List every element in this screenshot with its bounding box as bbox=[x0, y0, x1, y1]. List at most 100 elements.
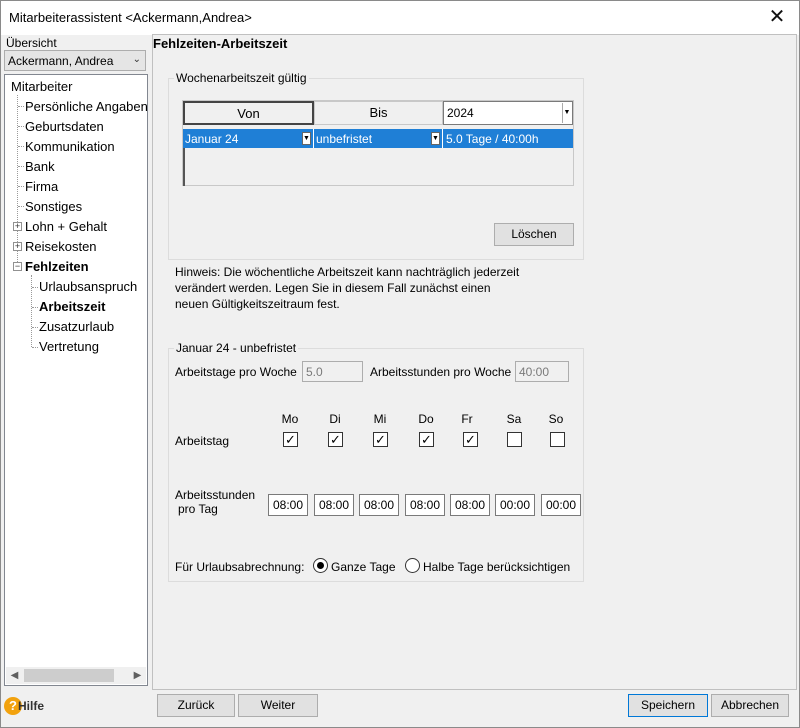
day-header-sa: Sa bbox=[506, 412, 522, 426]
scrollbar-thumb[interactable] bbox=[24, 669, 114, 682]
row-von-value: Januar 24 bbox=[185, 132, 239, 146]
workday-checkbox-sa[interactable] bbox=[507, 432, 522, 447]
horizontal-scrollbar[interactable]: ◀ ▶ bbox=[6, 667, 146, 684]
tree-item-zusatzurlaub[interactable]: Zusatzurlaub bbox=[39, 319, 114, 334]
workday-checkbox-mi[interactable]: ✓ bbox=[373, 432, 388, 447]
title-bar: Mitarbeiterassistent <Ackermann,Andrea> … bbox=[1, 1, 799, 35]
scroll-left-icon[interactable]: ◀ bbox=[6, 667, 23, 684]
window-title: Mitarbeiterassistent <Ackermann,Andrea> bbox=[9, 10, 252, 25]
tree-item-reisekosten[interactable]: Reisekosten bbox=[25, 239, 97, 254]
hours-input-mi[interactable]: 08:00 bbox=[359, 494, 399, 516]
days-per-week-field: 5.0 bbox=[302, 361, 363, 382]
dropdown-arrow-icon: ▼ bbox=[562, 103, 571, 123]
hours-per-week-label: Arbeitsstunden pro Woche bbox=[370, 365, 512, 379]
days-per-week-label: Arbeitstage pro Woche bbox=[175, 365, 297, 379]
tree-item-bank[interactable]: Bank bbox=[25, 159, 55, 174]
radio-ganze-tage[interactable] bbox=[313, 558, 328, 573]
hours-input-mo[interactable]: 08:00 bbox=[268, 494, 308, 516]
employee-combo-value: Ackermann, Andrea bbox=[8, 54, 114, 68]
tree-item-arbeitszeit[interactable]: Arbeitszeit bbox=[39, 299, 105, 314]
validity-grid: Von Bis 2024 ▼ Januar 24 ▼ unbefristet ▼… bbox=[182, 100, 574, 186]
radio-ganze-tage-label[interactable]: Ganze Tage bbox=[331, 560, 396, 574]
grid-border bbox=[183, 148, 185, 186]
hours-per-week-field: 40:00 bbox=[515, 361, 569, 382]
day-header-do: Do bbox=[418, 412, 434, 426]
tree-item-persoenliche-angaben[interactable]: Persönliche Angaben bbox=[25, 99, 147, 114]
hours-input-sa[interactable]: 00:00 bbox=[495, 494, 535, 516]
tree-item-sonstiges[interactable]: Sonstiges bbox=[25, 199, 82, 214]
radio-halbe-tage[interactable] bbox=[405, 558, 420, 573]
hours-input-fr[interactable]: 08:00 bbox=[450, 494, 490, 516]
employee-combo[interactable]: Ackermann, Andrea ⌄ bbox=[4, 50, 146, 71]
tree-item-firma[interactable]: Firma bbox=[25, 179, 58, 194]
wochenarbeitszeit-group-label: Wochenarbeitszeit gültig bbox=[174, 71, 309, 85]
next-button[interactable]: Weiter bbox=[238, 694, 318, 717]
back-button[interactable]: Zurück bbox=[157, 694, 235, 717]
chevron-down-icon: ⌄ bbox=[132, 54, 141, 65]
dropdown-arrow-icon[interactable]: ▼ bbox=[431, 132, 440, 145]
hours-input-do[interactable]: 08:00 bbox=[405, 494, 445, 516]
table-row-selected[interactable]: Januar 24 ▼ unbefristet ▼ 5.0 Tage / 40:… bbox=[183, 129, 573, 148]
tree-item-kommunikation[interactable]: Kommunikation bbox=[25, 139, 115, 154]
tree-connector bbox=[18, 126, 24, 127]
tree-item-geburtsdaten[interactable]: Geburtsdaten bbox=[25, 119, 104, 134]
workday-label: Arbeitstag bbox=[175, 434, 230, 448]
cell-divider bbox=[313, 129, 314, 148]
navigation-tree: Mitarbeiter Persönliche Angaben Geburtsd… bbox=[4, 74, 148, 686]
delete-button[interactable]: Löschen bbox=[494, 223, 574, 246]
tree-connector bbox=[18, 146, 24, 147]
cell-divider bbox=[442, 129, 443, 148]
dropdown-arrow-icon[interactable]: ▼ bbox=[302, 132, 311, 145]
tree-connector bbox=[18, 106, 24, 107]
tree-connector bbox=[18, 186, 24, 187]
radio-halbe-tage-label[interactable]: Halbe Tage berücksichtigen bbox=[423, 560, 570, 574]
day-header-di: Di bbox=[329, 412, 341, 426]
workday-checkbox-fr[interactable]: ✓ bbox=[463, 432, 478, 447]
tree-item-fehlzeiten[interactable]: Fehlzeiten bbox=[25, 259, 89, 274]
day-header-so: So bbox=[548, 412, 564, 426]
scroll-right-icon[interactable]: ▶ bbox=[129, 667, 146, 684]
detail-group-label: Januar 24 - unbefristet bbox=[174, 341, 299, 355]
row-summary-value: 5.0 Tage / 40:00h bbox=[446, 132, 539, 146]
year-dropdown[interactable]: 2024 ▼ bbox=[443, 101, 573, 125]
row-bis-value: unbefristet bbox=[316, 132, 373, 146]
day-header-fr: Fr bbox=[461, 412, 473, 426]
hours-input-di[interactable]: 08:00 bbox=[314, 494, 354, 516]
column-header-von[interactable]: Von bbox=[183, 101, 314, 125]
workday-checkbox-di[interactable]: ✓ bbox=[328, 432, 343, 447]
hours-per-day-label: Arbeitsstunden bbox=[175, 488, 256, 502]
tree-connector bbox=[31, 275, 32, 347]
hours-input-so[interactable]: 00:00 bbox=[541, 494, 581, 516]
tree-item-lohn-gehalt[interactable]: Lohn + Gehalt bbox=[25, 219, 107, 234]
tree-connector bbox=[32, 327, 38, 328]
cancel-button[interactable]: Abbrechen bbox=[711, 694, 789, 717]
year-dropdown-value: 2024 bbox=[447, 106, 474, 120]
left-pane: Übersicht Ackermann, Andrea ⌄ Mitarbeite… bbox=[2, 34, 148, 690]
hours-per-day-label-2: pro Tag bbox=[178, 502, 218, 516]
tree-connector bbox=[18, 206, 24, 207]
collapse-minus-icon[interactable]: − bbox=[13, 262, 22, 271]
expand-plus-icon[interactable]: + bbox=[13, 222, 22, 231]
save-button[interactable]: Speichern bbox=[628, 694, 708, 717]
expand-plus-icon[interactable]: + bbox=[13, 242, 22, 251]
tree-connector bbox=[18, 166, 24, 167]
day-header-mi: Mi bbox=[373, 412, 387, 426]
column-header-bis[interactable]: Bis bbox=[314, 101, 443, 125]
tree-item-urlaubsanspruch[interactable]: Urlaubsanspruch bbox=[39, 279, 137, 294]
help-label[interactable]: Hilfe bbox=[18, 699, 44, 713]
tree-connector bbox=[32, 347, 38, 348]
section-title: Fehlzeiten-Arbeitszeit bbox=[153, 36, 288, 51]
close-icon[interactable]: ✕ bbox=[765, 5, 789, 29]
hint-text: Hinweis: Die wöchentliche Arbeitszeit ka… bbox=[175, 265, 520, 311]
workday-checkbox-mo[interactable]: ✓ bbox=[283, 432, 298, 447]
day-header-mo: Mo bbox=[281, 412, 299, 426]
tree-connector bbox=[32, 287, 38, 288]
tree-connector bbox=[32, 307, 38, 308]
workday-checkbox-so[interactable] bbox=[550, 432, 565, 447]
tree-item-vertretung[interactable]: Vertretung bbox=[39, 339, 99, 354]
workday-checkbox-do[interactable]: ✓ bbox=[419, 432, 434, 447]
overview-label: Übersicht bbox=[6, 36, 57, 50]
detail-group bbox=[168, 348, 584, 582]
tree-root-mitarbeiter[interactable]: Mitarbeiter bbox=[11, 79, 72, 94]
vacation-label: Für Urlaubsabrechnung: bbox=[175, 560, 305, 574]
